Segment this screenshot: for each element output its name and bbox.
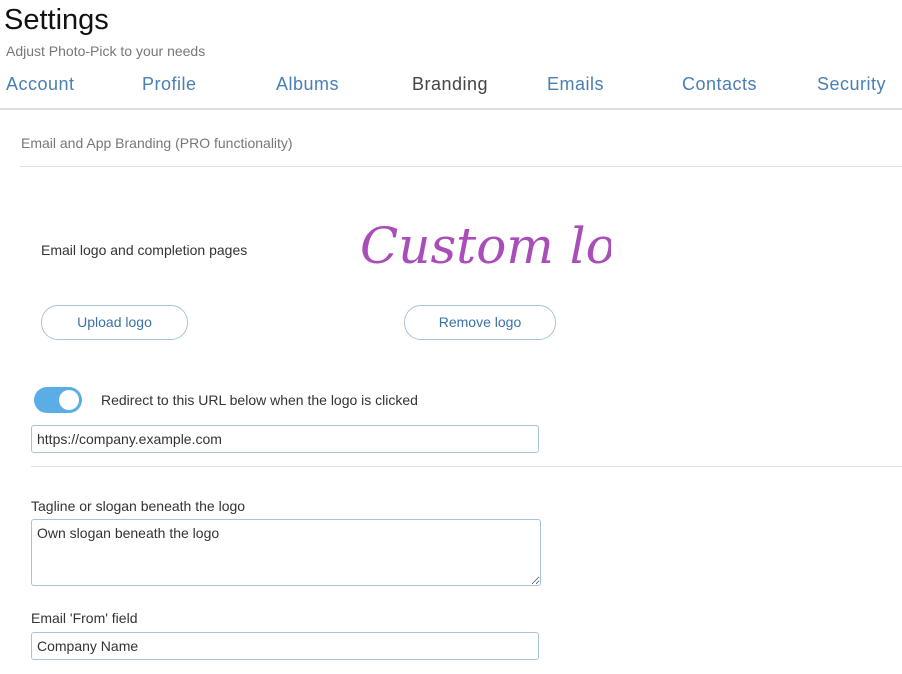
from-field-label: Email 'From' field <box>31 610 138 626</box>
page-subtitle: Adjust Photo-Pick to your needs <box>6 43 206 59</box>
tab-security[interactable]: Security <box>817 74 886 95</box>
divider <box>31 466 902 467</box>
logo-label: Email logo and completion pages <box>41 242 248 258</box>
settings-tabs: Account Profile Albums Branding Emails C… <box>0 72 902 110</box>
tab-profile[interactable]: Profile <box>142 74 197 95</box>
tab-albums[interactable]: Albums <box>276 74 339 95</box>
redirect-label: Redirect to this URL below when the logo… <box>101 392 418 408</box>
logo-text: Custom logo <box>360 217 611 275</box>
tab-branding[interactable]: Branding <box>412 74 488 95</box>
page-title: Settings <box>4 4 109 36</box>
tab-account[interactable]: Account <box>6 74 75 95</box>
tagline-label: Tagline or slogan beneath the logo <box>31 498 246 514</box>
remove-logo-button[interactable]: Remove logo <box>404 305 556 340</box>
tab-emails[interactable]: Emails <box>547 74 604 95</box>
email-from-input[interactable] <box>31 632 539 660</box>
tagline-textarea[interactable]: Own slogan beneath the logo <box>31 519 541 586</box>
custom-logo-image: Custom logo <box>360 217 611 275</box>
redirect-toggle[interactable] <box>34 387 82 413</box>
section-title: Email and App Branding (PRO functionalit… <box>21 135 293 151</box>
upload-logo-button[interactable]: Upload logo <box>41 305 188 340</box>
toggle-knob <box>59 390 79 410</box>
redirect-url-input[interactable] <box>31 425 539 453</box>
tab-contacts[interactable]: Contacts <box>682 74 757 95</box>
divider <box>20 166 902 167</box>
